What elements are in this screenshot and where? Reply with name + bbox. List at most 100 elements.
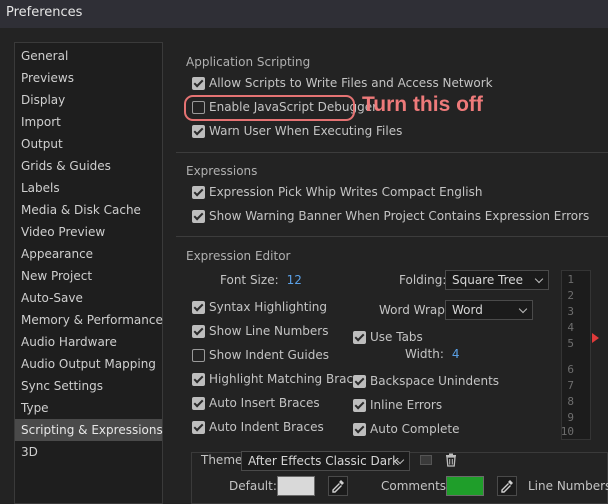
warning-banner-option[interactable]: Show Warning Banner When Project Contain… — [192, 206, 589, 226]
sidebar-item-new-project[interactable]: New Project — [15, 265, 162, 287]
category-list[interactable]: General Previews Display Import Output G… — [14, 42, 163, 504]
warning-banner-label: Show Warning Banner When Project Contain… — [209, 209, 590, 223]
use-tabs-checkbox[interactable] — [353, 330, 366, 344]
highlight-braces-option[interactable]: Highlight Matching Braces — [192, 369, 367, 389]
word-wrap-dropdown[interactable]: Word — [445, 300, 533, 320]
default-color-swatch[interactable] — [277, 476, 315, 496]
sidebar-item-type[interactable]: Type — [15, 397, 162, 419]
save-theme-icon[interactable] — [420, 455, 432, 465]
comments-eyedropper-button[interactable] — [497, 476, 517, 496]
word-wrap-value: Word — [452, 303, 483, 317]
sidebar-item-memory-performance[interactable]: Memory & Performance — [15, 309, 163, 331]
auto-indent-braces-checkbox[interactable] — [192, 420, 205, 434]
tab-width-value[interactable]: 4 — [452, 347, 460, 361]
chevron-down-icon — [518, 304, 528, 314]
auto-insert-braces-option[interactable]: Auto Insert Braces — [192, 393, 320, 413]
backspace-unindents-option[interactable]: Backspace Unindents — [353, 371, 499, 391]
pick-whip-label: Expression Pick Whip Writes Compact Engl… — [209, 185, 483, 199]
comments-color-swatch[interactable] — [446, 476, 484, 496]
sidebar-item-sync-settings[interactable]: Sync Settings — [15, 375, 162, 397]
show-indent-guides-option[interactable]: Show Indent Guides — [192, 345, 329, 365]
section-title-expressions: Expressions — [186, 164, 258, 178]
theme-label: Theme: — [201, 453, 247, 467]
warn-user-checkbox[interactable] — [192, 124, 205, 138]
show-line-numbers-option[interactable]: Show Line Numbers — [192, 321, 328, 341]
default-color-label-row: Default: — [229, 476, 277, 496]
highlight-braces-checkbox[interactable] — [192, 372, 205, 386]
auto-complete-option[interactable]: Auto Complete — [353, 419, 460, 439]
show-line-numbers-label: Show Line Numbers — [209, 324, 329, 338]
window-title: Preferences — [0, 0, 608, 28]
sidebar-item-auto-save[interactable]: Auto-Save — [15, 287, 162, 309]
sidebar-item-labels[interactable]: Labels — [15, 177, 162, 199]
annotation-highlight-box — [184, 95, 355, 121]
allow-scripts-checkbox[interactable] — [192, 76, 205, 90]
section-divider — [176, 236, 608, 237]
backspace-unindents-label: Backspace Unindents — [370, 374, 500, 388]
use-tabs-label: Use Tabs — [370, 330, 423, 344]
comments-color-label: Comments: — [381, 479, 451, 493]
folding-label: Folding: — [399, 273, 447, 287]
sidebar-item-appearance[interactable]: Appearance — [15, 243, 162, 265]
default-eyedropper-button[interactable] — [328, 476, 348, 496]
chevron-down-icon — [534, 274, 544, 284]
line-number: 10 — [560, 425, 574, 438]
default-color-label: Default: — [229, 479, 277, 493]
sidebar-item-output[interactable]: Output — [15, 133, 162, 155]
sidebar-item-scripting-expressions[interactable]: Scripting & Expressions — [15, 419, 163, 441]
allow-scripts-option[interactable]: Allow Scripts to Write Files and Access … — [192, 73, 493, 93]
auto-complete-checkbox[interactable] — [353, 422, 366, 436]
folding-value: Square Tree — [452, 273, 524, 287]
show-line-numbers-checkbox[interactable] — [192, 324, 205, 338]
sidebar-item-audio-output-mapping[interactable]: Audio Output Mapping — [15, 353, 162, 375]
syntax-highlighting-option[interactable]: Syntax Highlighting — [192, 297, 327, 317]
show-indent-guides-checkbox[interactable] — [192, 348, 205, 362]
line-numbers-color-label: Line Numbers: — [528, 479, 608, 493]
inline-errors-checkbox[interactable] — [353, 398, 366, 412]
tab-width-row: Width: 4 — [405, 344, 460, 364]
warn-user-option[interactable]: Warn User When Executing Files — [192, 121, 402, 141]
sidebar-item-audio-hardware[interactable]: Audio Hardware — [15, 331, 162, 353]
word-wrap-label: Word Wrap: — [379, 303, 449, 317]
line-number: 8 — [567, 395, 574, 408]
line-number: 3 — [567, 305, 574, 318]
folding-label-row: Folding: — [399, 270, 446, 290]
sidebar-item-display[interactable]: Display — [15, 89, 162, 111]
sidebar-item-previews[interactable]: Previews — [15, 67, 162, 89]
line-number: 5 — [567, 337, 574, 350]
backspace-unindents-checkbox[interactable] — [353, 374, 366, 388]
line-number: 6 — [567, 363, 574, 376]
sidebar-item-import[interactable]: Import — [15, 111, 162, 133]
breakpoint-arrow-icon — [592, 333, 599, 343]
sidebar-item-video-preview[interactable]: Video Preview — [15, 221, 162, 243]
sidebar-item-grids-guides[interactable]: Grids & Guides — [15, 155, 162, 177]
show-indent-guides-label: Show Indent Guides — [209, 348, 329, 362]
line-number: 2 — [567, 289, 574, 302]
annotation-callout: Turn this off — [362, 93, 483, 116]
inline-errors-option[interactable]: Inline Errors — [353, 395, 442, 415]
comments-color-label-row: Comments: — [381, 476, 450, 496]
trash-icon[interactable] — [444, 453, 458, 467]
section-title-expression-editor: Expression Editor — [186, 249, 291, 263]
sidebar-item-media-disk-cache[interactable]: Media & Disk Cache — [15, 199, 162, 221]
section-divider — [176, 152, 608, 153]
font-size-value[interactable]: 12 — [287, 273, 302, 287]
pick-whip-checkbox[interactable] — [192, 185, 205, 199]
line-number: 4 — [567, 321, 574, 334]
pick-whip-option[interactable]: Expression Pick Whip Writes Compact Engl… — [192, 182, 482, 202]
theme-dropdown[interactable]: After Effects Classic Dark — [241, 451, 410, 471]
auto-indent-braces-label: Auto Indent Braces — [209, 420, 324, 434]
sidebar-item-general[interactable]: General — [15, 45, 162, 67]
folding-dropdown[interactable]: Square Tree — [445, 270, 549, 290]
auto-complete-label: Auto Complete — [370, 422, 460, 436]
warning-banner-checkbox[interactable] — [192, 209, 205, 223]
auto-indent-braces-option[interactable]: Auto Indent Braces — [192, 417, 324, 437]
auto-insert-braces-label: Auto Insert Braces — [209, 396, 320, 410]
tab-width-label: Width: — [405, 347, 444, 361]
eyedropper-icon — [501, 480, 513, 493]
syntax-highlighting-label: Syntax Highlighting — [209, 300, 328, 314]
font-size-row: Font Size: 12 — [220, 270, 302, 290]
syntax-highlighting-checkbox[interactable] — [192, 300, 205, 314]
sidebar-item-3d[interactable]: 3D — [15, 441, 162, 463]
auto-insert-braces-checkbox[interactable] — [192, 396, 205, 410]
